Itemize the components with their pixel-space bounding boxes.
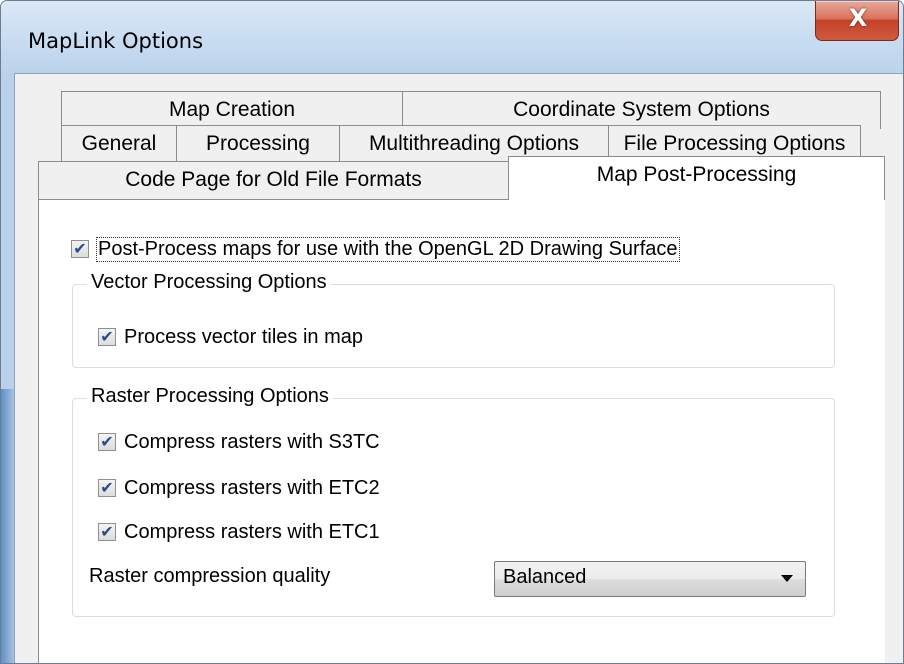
raster-quality-select[interactable]: Balanced bbox=[494, 561, 806, 597]
compress-etc1-checkbox[interactable]: ✔ bbox=[98, 523, 116, 541]
tab-label: Processing bbox=[206, 132, 310, 155]
process-vector-tiles-label: Process vector tiles in map bbox=[124, 325, 363, 348]
background-window-edge bbox=[1, 389, 14, 663]
raster-group-title: Raster Processing Options bbox=[87, 385, 333, 408]
post-process-checkbox-label: Post-Process maps for use with the OpenG… bbox=[96, 236, 680, 262]
title-bar[interactable]: MapLink Options X bbox=[1, 1, 903, 73]
compress-s3tc-row[interactable]: ✔ Compress rasters with S3TC bbox=[98, 428, 380, 456]
compress-etc2-checkbox[interactable]: ✔ bbox=[98, 479, 116, 497]
dialog-title: MapLink Options bbox=[28, 29, 204, 53]
checkmark-icon: ✔ bbox=[100, 478, 114, 497]
tab-label: Coordinate System Options bbox=[513, 98, 770, 121]
process-vector-tiles-row[interactable]: ✔ Process vector tiles in map bbox=[98, 323, 363, 351]
tab-processing[interactable]: Processing bbox=[176, 125, 340, 163]
raster-quality-label: Raster compression quality bbox=[89, 565, 331, 587]
checkmark-icon: ✔ bbox=[100, 522, 114, 541]
checkmark-icon: ✔ bbox=[100, 327, 114, 346]
post-process-checkbox-row[interactable]: ✔ Post-Process maps for use with the Ope… bbox=[71, 235, 680, 263]
tab-label: File Processing Options bbox=[623, 132, 846, 155]
tab-general[interactable]: General bbox=[61, 125, 177, 163]
checkmark-icon: ✔ bbox=[73, 239, 87, 258]
compress-etc1-label: Compress rasters with ETC1 bbox=[124, 520, 380, 543]
tab-map-post-processing[interactable]: Map Post-Processing bbox=[508, 156, 885, 200]
close-button[interactable]: X bbox=[815, 1, 899, 41]
tab-coordinate-system-options[interactable]: Coordinate System Options bbox=[402, 91, 881, 129]
compress-etc1-row[interactable]: ✔ Compress rasters with ETC1 bbox=[98, 518, 380, 546]
tab-label: Code Page for Old File Formats bbox=[125, 168, 422, 191]
tab-code-page-old-file-formats[interactable]: Code Page for Old File Formats bbox=[38, 161, 509, 199]
tab-label: Map Creation bbox=[168, 98, 296, 121]
process-vector-tiles-checkbox[interactable]: ✔ bbox=[98, 328, 116, 346]
compress-etc2-row[interactable]: ✔ Compress rasters with ETC2 bbox=[98, 474, 380, 502]
vector-group-title: Vector Processing Options bbox=[87, 271, 331, 294]
tab-label: Map Post-Processing bbox=[596, 163, 797, 186]
tab-panel-map-post-processing: ✔ Post-Process maps for use with the Ope… bbox=[38, 199, 885, 663]
compress-etc2-label: Compress rasters with ETC2 bbox=[124, 476, 380, 499]
tab-label: Multithreading Options bbox=[368, 132, 580, 155]
compress-s3tc-label: Compress rasters with S3TC bbox=[124, 430, 380, 453]
post-process-checkbox[interactable]: ✔ bbox=[71, 240, 89, 258]
chevron-down-icon bbox=[781, 575, 793, 582]
compress-s3tc-checkbox[interactable]: ✔ bbox=[98, 433, 116, 451]
raster-quality-value: Balanced bbox=[503, 566, 587, 588]
close-icon: X bbox=[848, 4, 868, 32]
tab-map-creation[interactable]: Map Creation bbox=[61, 91, 403, 129]
checkmark-icon: ✔ bbox=[100, 432, 114, 451]
options-dialog: MapLink Options X Map Creation Coordinat… bbox=[0, 0, 904, 664]
tab-label: General bbox=[81, 132, 157, 155]
